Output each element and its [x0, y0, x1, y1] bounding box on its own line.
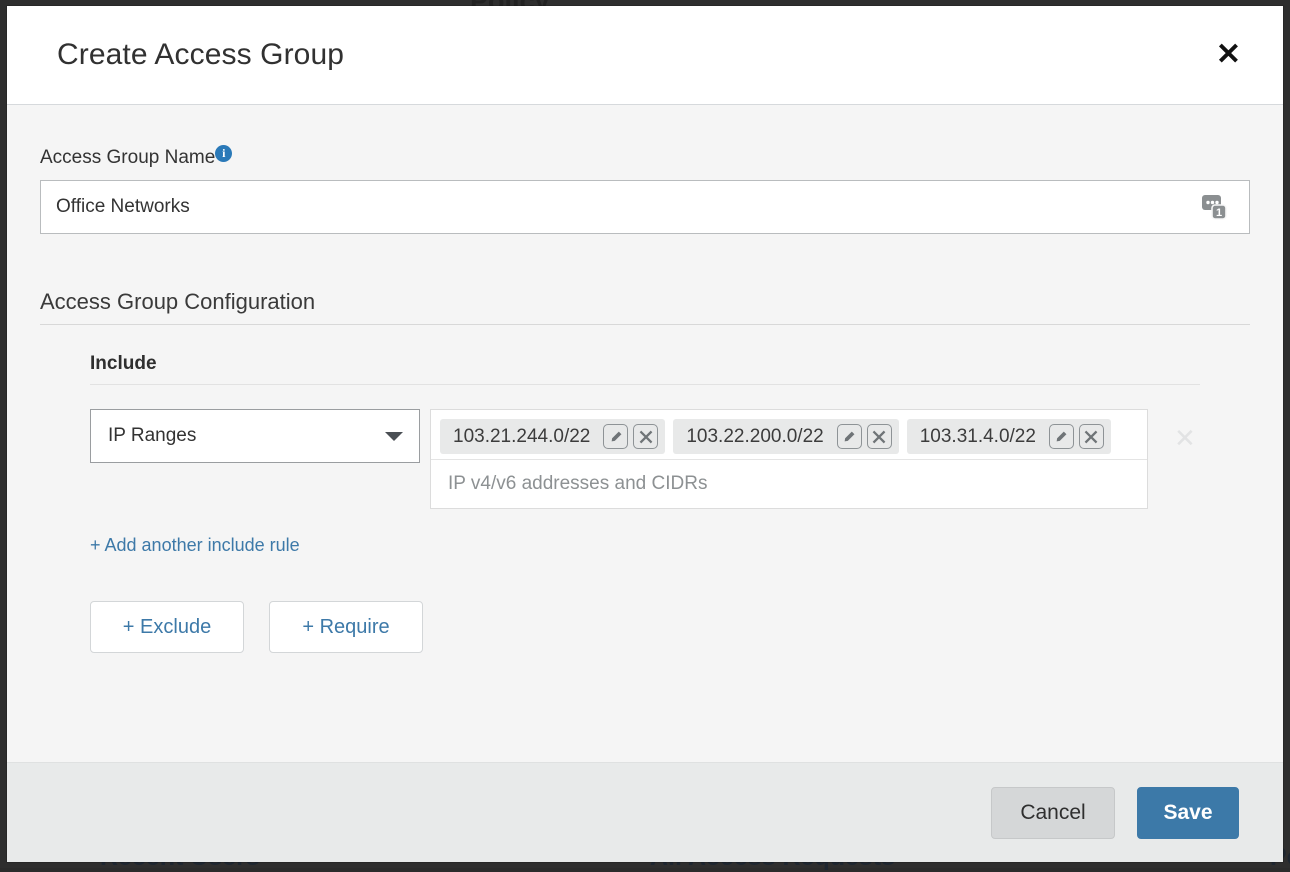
include-rule-values-box: 103.21.244.0/22 103.22.200.0/22 103.31.4…: [430, 409, 1148, 509]
add-require-button[interactable]: + Require: [269, 601, 423, 653]
include-rule-row: IP Ranges 103.21.244.0/22 103.22.200.0/2…: [90, 409, 1250, 509]
ip-range-input-row: [431, 459, 1147, 508]
close-icon[interactable]: [633, 424, 659, 449]
include-section-title: Include: [90, 353, 1200, 385]
pencil-icon[interactable]: [836, 424, 862, 449]
ip-range-tag-value: 103.31.4.0/22: [919, 425, 1036, 447]
page-title: Create Access Group: [57, 38, 345, 71]
access-group-configuration-title: Access Group Configuration: [40, 289, 1250, 325]
dialog-body: Access Group Name i 1 Access Group Confi…: [7, 105, 1283, 762]
include-rule-type-select[interactable]: IP Ranges: [90, 409, 420, 463]
include-section: Include IP Ranges 103.21.244.0/22 103.22…: [90, 353, 1250, 653]
chevron-down-icon: [385, 431, 403, 441]
close-icon[interactable]: [866, 424, 892, 449]
access-group-name-field-wrapper: 1: [40, 180, 1250, 234]
dialog-header: Create Access Group ✕: [7, 6, 1283, 105]
ip-range-input[interactable]: [446, 472, 1132, 496]
create-access-group-dialog: Create Access Group ✕ Access Group Name …: [7, 6, 1283, 862]
pencil-icon[interactable]: [1048, 424, 1074, 449]
ip-range-tag-value: 103.21.244.0/22: [453, 425, 591, 447]
ip-range-tag-list: 103.21.244.0/22 103.22.200.0/22 103.31.4…: [431, 410, 1147, 459]
include-rule-type-value: IP Ranges: [108, 425, 197, 446]
add-include-rule-link[interactable]: + Add another include rule: [90, 535, 300, 556]
access-group-name-input[interactable]: [41, 181, 1249, 233]
access-group-name-label-text: Access Group Name: [40, 147, 216, 168]
add-exclude-button[interactable]: + Exclude: [90, 601, 244, 653]
ip-range-tag: 103.21.244.0/22: [440, 419, 666, 454]
ip-range-tag: 103.31.4.0/22: [906, 419, 1111, 454]
info-icon[interactable]: i: [215, 145, 233, 162]
close-icon[interactable]: ✕: [1206, 36, 1251, 74]
save-button[interactable]: Save: [1137, 786, 1239, 839]
remove-include-rule-icon[interactable]: ✕: [1174, 425, 1196, 451]
pencil-icon[interactable]: [603, 424, 629, 449]
close-icon[interactable]: [1078, 424, 1104, 449]
ip-range-tag: 103.22.200.0/22: [673, 419, 899, 454]
rule-type-buttons: + Exclude + Require: [90, 601, 1250, 653]
svg-text:1: 1: [1216, 207, 1222, 219]
cancel-button[interactable]: Cancel: [991, 786, 1115, 839]
dialog-footer: Cancel Save: [7, 762, 1283, 862]
autofill-badge-icon[interactable]: 1: [1201, 194, 1229, 220]
ip-range-tag-value: 103.22.200.0/22: [686, 425, 824, 447]
access-group-name-label: Access Group Name i: [40, 145, 233, 169]
